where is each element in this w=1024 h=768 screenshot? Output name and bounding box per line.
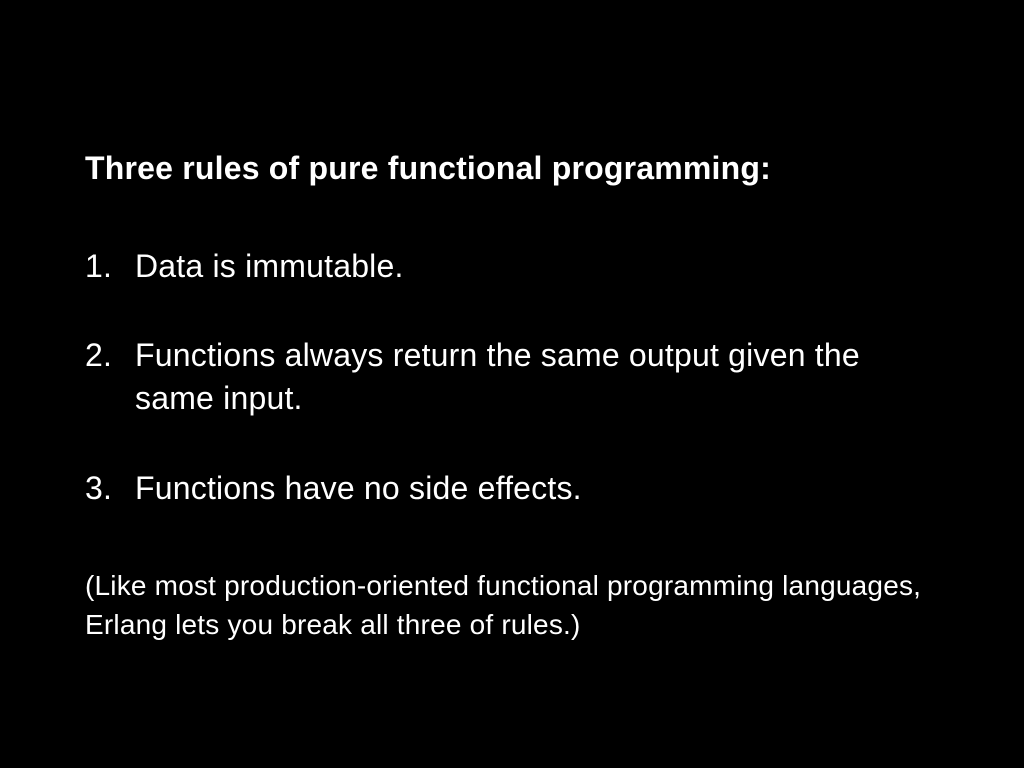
slide-heading: Three rules of pure functional programmi… [85, 150, 939, 187]
list-item: Functions have no side effects. [85, 467, 939, 510]
list-item: Functions always return the same output … [85, 334, 939, 420]
rules-list: Data is immutable. Functions always retu… [85, 245, 939, 510]
footnote: (Like most production-oriented functiona… [85, 566, 939, 644]
slide: Three rules of pure functional programmi… [0, 0, 1024, 768]
list-item: Data is immutable. [85, 245, 939, 288]
